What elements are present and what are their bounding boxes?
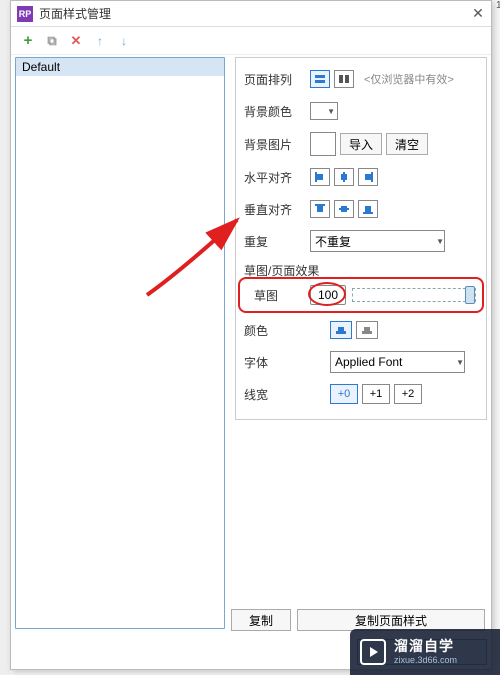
align-left-icon[interactable]: [310, 168, 330, 186]
list-item[interactable]: Default: [16, 58, 224, 76]
play-icon: [360, 639, 386, 665]
dialog-title: 页面样式管理: [39, 5, 471, 22]
align-middle-icon[interactable]: [334, 200, 354, 218]
label-repeat: 重复: [244, 233, 310, 250]
move-down-icon[interactable]: ↓: [117, 34, 131, 48]
arrange-vertical-icon[interactable]: [310, 70, 330, 88]
move-up-icon[interactable]: ↑: [93, 34, 107, 48]
label-page-arrange: 页面排列: [244, 71, 310, 88]
ruler-mark: 1100: [496, 0, 500, 11]
color-mode-1-icon[interactable]: [330, 321, 352, 339]
linewidth-2[interactable]: +2: [394, 384, 422, 404]
titlebar: RP 页面样式管理 ✕: [11, 1, 491, 27]
chevron-down-icon: ▼: [456, 358, 464, 367]
sketch-value-input[interactable]: [310, 285, 346, 305]
toolbar: + ⧉ ✕ ↑ ↓: [11, 27, 491, 55]
copy-button[interactable]: 复制: [231, 609, 291, 631]
linewidth-1[interactable]: +1: [362, 384, 390, 404]
label-bg-image: 背景图片: [244, 136, 310, 153]
duplicate-icon[interactable]: ⧉: [45, 34, 59, 48]
sketch-slider[interactable]: [352, 288, 476, 302]
linewidth-0[interactable]: +0: [330, 384, 358, 404]
label-h-align: 水平对齐: [244, 169, 310, 186]
clear-button[interactable]: 清空: [386, 133, 428, 155]
repeat-select[interactable]: 不重复▼: [310, 230, 445, 252]
label-sketch: 草图: [254, 287, 304, 304]
align-center-icon[interactable]: [334, 168, 354, 186]
font-select[interactable]: Applied Font▼: [330, 351, 465, 373]
style-list: Default: [15, 57, 225, 629]
chevron-down-icon: ▼: [327, 107, 335, 116]
label-bg-color: 背景颜色: [244, 103, 310, 120]
label-v-align: 垂直对齐: [244, 201, 310, 218]
dialog-page-style-manager: RP 页面样式管理 ✕ + ⧉ ✕ ↑ ↓ Default 页面排列: [10, 0, 492, 670]
delete-icon[interactable]: ✕: [69, 34, 83, 48]
bottom-bar: 复制 复制页面样式: [231, 609, 485, 631]
align-right-icon[interactable]: [358, 168, 378, 186]
label-font: 字体: [244, 354, 294, 371]
chevron-down-icon: ▼: [436, 237, 444, 246]
bg-image-preview[interactable]: [310, 132, 336, 156]
align-top-icon[interactable]: [310, 200, 330, 218]
watermark-url: zixue.3d66.com: [394, 655, 457, 666]
import-button[interactable]: 导入: [340, 133, 382, 155]
arrange-horizontal-icon[interactable]: [334, 70, 354, 88]
label-linewidth: 线宽: [244, 386, 294, 403]
label-color: 颜色: [244, 322, 294, 339]
sketch-highlight-box: 草图: [238, 277, 484, 313]
add-icon[interactable]: +: [21, 34, 35, 48]
slider-thumb[interactable]: [465, 286, 475, 304]
app-icon: RP: [17, 6, 33, 22]
align-bottom-icon[interactable]: [358, 200, 378, 218]
copy-page-style-button[interactable]: 复制页面样式: [297, 609, 485, 631]
watermark: 溜溜自学 zixue.3d66.com: [350, 629, 500, 675]
properties-panel: 页面排列 <仅浏览器中有效> 背景颜色: [235, 57, 487, 629]
close-icon[interactable]: ✕: [471, 7, 485, 21]
watermark-title: 溜溜自学: [394, 638, 457, 655]
bg-color-swatch[interactable]: ▼: [310, 102, 338, 120]
page-arrange-hint: <仅浏览器中有效>: [364, 71, 454, 87]
color-mode-2-icon[interactable]: [356, 321, 378, 339]
